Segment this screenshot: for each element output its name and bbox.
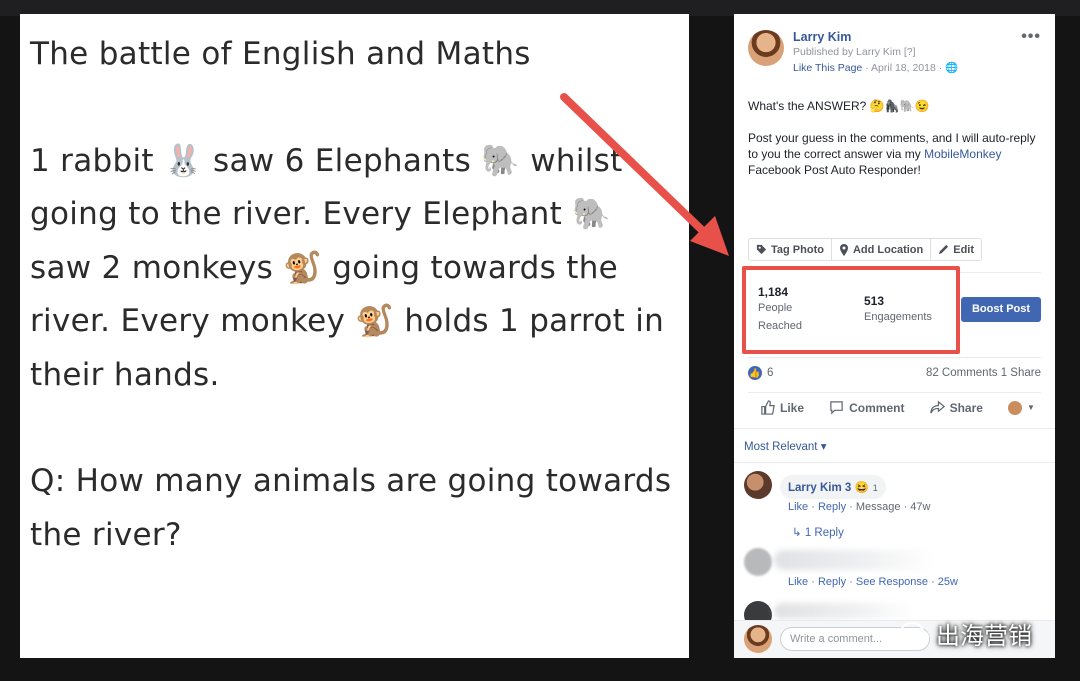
author-name[interactable]: Larry Kim <box>793 30 851 44</box>
comment-reply-link[interactable]: Reply <box>818 576 846 588</box>
edit-label: Edit <box>953 243 975 256</box>
divider <box>734 428 1055 429</box>
engagements-label: Engagements <box>864 311 932 323</box>
like-reaction-icon: 👍 <box>748 366 762 380</box>
post-text-post: Facebook Post Auto Responder! <box>748 163 921 177</box>
share-icon <box>929 400 945 414</box>
comment-label: Comment <box>849 400 905 415</box>
comment-like-link[interactable]: Like <box>788 576 808 588</box>
tag-photo-button[interactable]: Tag Photo <box>749 239 832 260</box>
engagements-stat[interactable]: 513 Engagements <box>864 294 932 326</box>
comment-reaction-count: 1 <box>872 483 878 493</box>
published-by: Published by Larry Kim [?] <box>793 46 916 58</box>
author-avatar[interactable] <box>748 30 784 66</box>
edit-button[interactable]: Edit <box>931 239 981 260</box>
comment-sort-dropdown[interactable]: Most Relevant ▾ <box>744 439 826 453</box>
people-reached-count: 1,184 <box>758 285 789 299</box>
post-action-bar: Like Comment Share ▼ <box>760 400 1035 415</box>
reaction-summary[interactable]: 👍 6 <box>748 366 773 380</box>
engagements-count: 513 <box>864 294 885 308</box>
post-question: What's the ANSWER? 🤔🦍🐘😉 <box>748 99 930 113</box>
divider <box>734 462 1055 463</box>
comment-meta: Like · Reply · See Response · 25w <box>788 576 958 588</box>
comment-meta-rest[interactable]: · See Response · 25w <box>849 576 958 588</box>
like-label: Like <box>780 400 805 415</box>
add-location-label: Add Location <box>852 243 924 256</box>
comment-sort-label: Most Relevant ▾ <box>744 441 827 453</box>
composer-avatar <box>744 625 772 653</box>
post-image[interactable]: The battle of English and Maths 1 rabbit… <box>20 14 689 658</box>
post-paragraph: Post your guess in the comments, and I w… <box>748 130 1043 178</box>
boost-post-button[interactable]: Boost Post <box>961 297 1041 322</box>
comment-author[interactable]: Larry Kim 3 😆 <box>788 482 869 494</box>
facebook-post-panel: Larry Kim Published by Larry Kim [?] Lik… <box>734 14 1055 658</box>
commenter-avatar[interactable] <box>744 471 772 499</box>
share-label: Share <box>949 400 983 415</box>
divider <box>748 357 1041 358</box>
photo-tag-bar: Tag Photo Add Location Edit <box>748 238 983 261</box>
people-reached-stat[interactable]: 1,184 People Reached <box>758 285 802 335</box>
tag-photo-label: Tag Photo <box>771 243 824 256</box>
more-options-icon[interactable]: ••• <box>1021 28 1041 46</box>
blurred-comment <box>774 603 914 619</box>
post-meta: Like This Page · April 18, 2018 · 🌐 <box>793 61 958 74</box>
pencil-icon <box>939 244 949 255</box>
comment-reply-link[interactable]: Reply <box>818 501 846 513</box>
image-paragraph: 1 rabbit 🐰 saw 6 Elephants 🐘 whilst goin… <box>30 142 675 393</box>
screenshot-frame: The battle of English and Maths 1 rabbit… <box>0 0 1080 681</box>
blurred-comment <box>774 550 934 570</box>
page-avatar <box>1008 400 1023 415</box>
blurred-commenter-avatar <box>744 548 772 576</box>
comment-button[interactable]: Comment <box>829 400 904 415</box>
location-pin-icon <box>839 243 848 256</box>
globe-icon: 🌐 <box>945 62 959 74</box>
comment-icon <box>830 401 843 415</box>
image-question: Q: How many animals are going towards th… <box>30 463 682 553</box>
thumbs-up-icon <box>761 400 775 415</box>
post-body: What's the ANSWER? 🤔🦍🐘😉 Post your guess … <box>748 98 1043 178</box>
comment-like-link[interactable]: Like <box>788 501 808 513</box>
add-location-button[interactable]: Add Location <box>832 239 932 260</box>
mobilemonkey-link[interactable]: MobileMonkey <box>924 147 1001 161</box>
wechat-watermark: 出海营销 <box>900 616 1032 651</box>
view-replies-link[interactable]: ↳ 1 Reply <box>792 525 844 539</box>
wechat-icon <box>900 621 929 644</box>
image-title: The battle of English and Maths <box>30 36 531 72</box>
comments-shares-count[interactable]: 82 Comments 1 Share <box>926 367 1041 379</box>
post-as-selector[interactable]: ▼ <box>1008 400 1035 415</box>
comment-bubble[interactable]: Larry Kim 3 😆 1 <box>780 475 886 499</box>
insights-highlight-box: 1,184 People Reached 513 Engagements <box>742 266 960 354</box>
like-page-link[interactable]: Like This Page <box>793 62 862 74</box>
people-reached-label: People Reached <box>758 302 803 332</box>
like-button[interactable]: Like <box>760 400 804 415</box>
reaction-count: 6 <box>767 367 774 379</box>
comment-meta: Like · Reply · Message · 47w <box>788 501 931 513</box>
watermark-text: 出海营销 <box>936 622 1032 650</box>
chevron-down-icon: ▼ <box>1027 403 1035 412</box>
post-date[interactable]: · April 18, 2018 · <box>865 62 942 74</box>
comment-meta-rest: · Message · 47w <box>849 501 931 513</box>
share-button[interactable]: Share <box>929 400 983 415</box>
divider <box>748 392 1041 393</box>
tag-icon <box>756 244 767 255</box>
